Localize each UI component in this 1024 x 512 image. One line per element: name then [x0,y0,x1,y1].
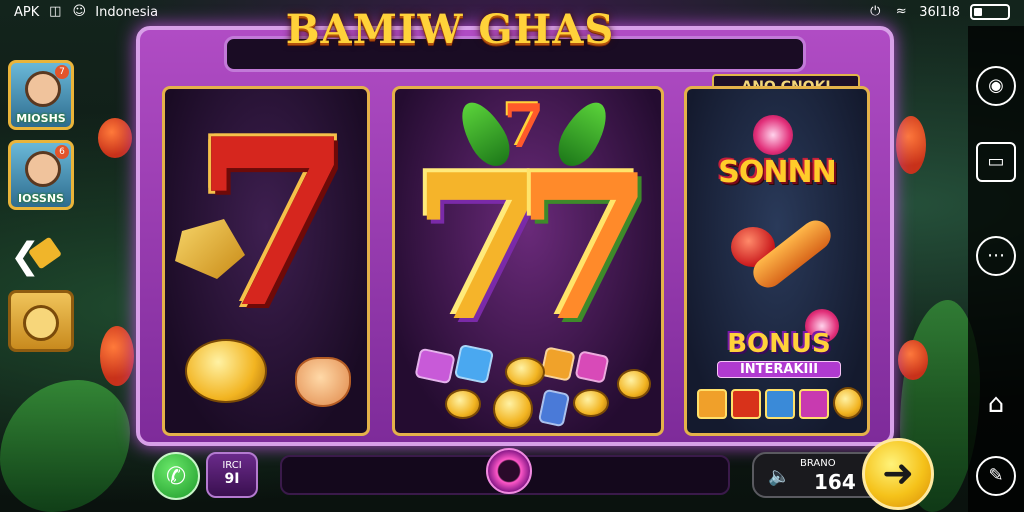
gold-coin-symbol [493,389,533,429]
next-arrow-button[interactable]: ➜ [862,438,934,510]
notification-dot: 7 [55,65,69,79]
tv-icon[interactable]: ▭ [976,142,1016,182]
dice-symbol [697,389,727,419]
sonnn-symbol: SONNN [718,155,836,190]
left-flower-decoration-2 [100,326,134,386]
file-icon: ◫ [49,4,62,19]
flower-symbol [753,115,793,155]
coin-icon [23,305,59,341]
status-region: Indonesia [95,4,159,20]
dice-symbol [765,389,795,419]
reel-1: 7 [162,86,370,436]
gold-coin-symbol [505,357,545,387]
gold-coin-symbol [573,389,609,417]
bonus-symbol: BONUS [727,329,831,359]
coin-tile[interactable] [8,290,74,352]
left-tile-player-1[interactable]: 7 MIOSHS [8,60,74,130]
gold-coin-symbol [617,369,651,399]
dice-symbol [731,389,761,419]
location-icon[interactable]: ◉ [976,66,1016,106]
home-icon[interactable]: ⌂ [976,386,1016,426]
left-tile-player-2[interactable]: 6 IOSSNS [8,140,74,210]
left-tile-label: IOSSNS [18,192,64,205]
back-arrow-icon[interactable]: ❮ [10,232,64,282]
tag-icon [28,236,62,270]
call-button[interactable]: ✆ [152,452,200,500]
right-navigation-bar: ◉ ▭ ⋯ ⌂ ✎ [968,26,1024,512]
battery-icon [970,4,1010,20]
wifi-icon: ≈ [895,4,907,19]
left-tile-label: MIOSHS [16,112,66,125]
slot-machine-frame: ANO CNOKI 7 7 7 7 SONNN BONUS INTERAKIII [136,26,894,446]
chat-icon[interactable]: ✎ [976,456,1016,496]
gem-symbol [453,343,495,385]
rainbow-seven-symbol: 7 [515,131,655,366]
dice-symbol [799,389,829,419]
gem-symbol [414,347,456,385]
balance-label: BRANO [800,458,836,469]
reel-3: SONNN BONUS INTERAKIII [684,86,870,436]
reel-2: 7 7 7 [392,86,664,436]
spin-button[interactable] [486,448,532,494]
heart-symbol [295,357,351,407]
right-flower-decoration-2 [898,340,928,380]
gem-symbol [540,346,576,382]
bet-label: IRCI [222,460,242,471]
game-title: BAMIW GHAS [285,6,615,53]
gem-symbol [537,388,571,428]
left-flower-decoration [98,118,132,158]
gold-coin-symbol [833,387,863,419]
status-battery-text: 36I1I8 [919,4,960,20]
power-icon: ⏻ [870,4,881,19]
bonus-subtitle: INTERAKIII [717,361,841,378]
dots-icon[interactable]: ⋯ [976,236,1016,276]
red-seven-symbol: 7 [193,89,354,359]
balance-value: 164 [814,470,856,494]
speaker-icon[interactable]: 🔈 [768,466,790,487]
notification-dot: 6 [55,145,69,159]
gold-coin-symbol [185,339,267,403]
gold-coin-symbol [445,389,481,419]
avatar-icon: ☺ [72,4,87,19]
bet-value: 9I [224,471,240,487]
right-flower-decoration [896,116,926,174]
status-app-name: APK [14,4,40,20]
bet-display[interactable]: IRCI 9I [206,452,258,498]
gem-symbol [574,350,610,384]
